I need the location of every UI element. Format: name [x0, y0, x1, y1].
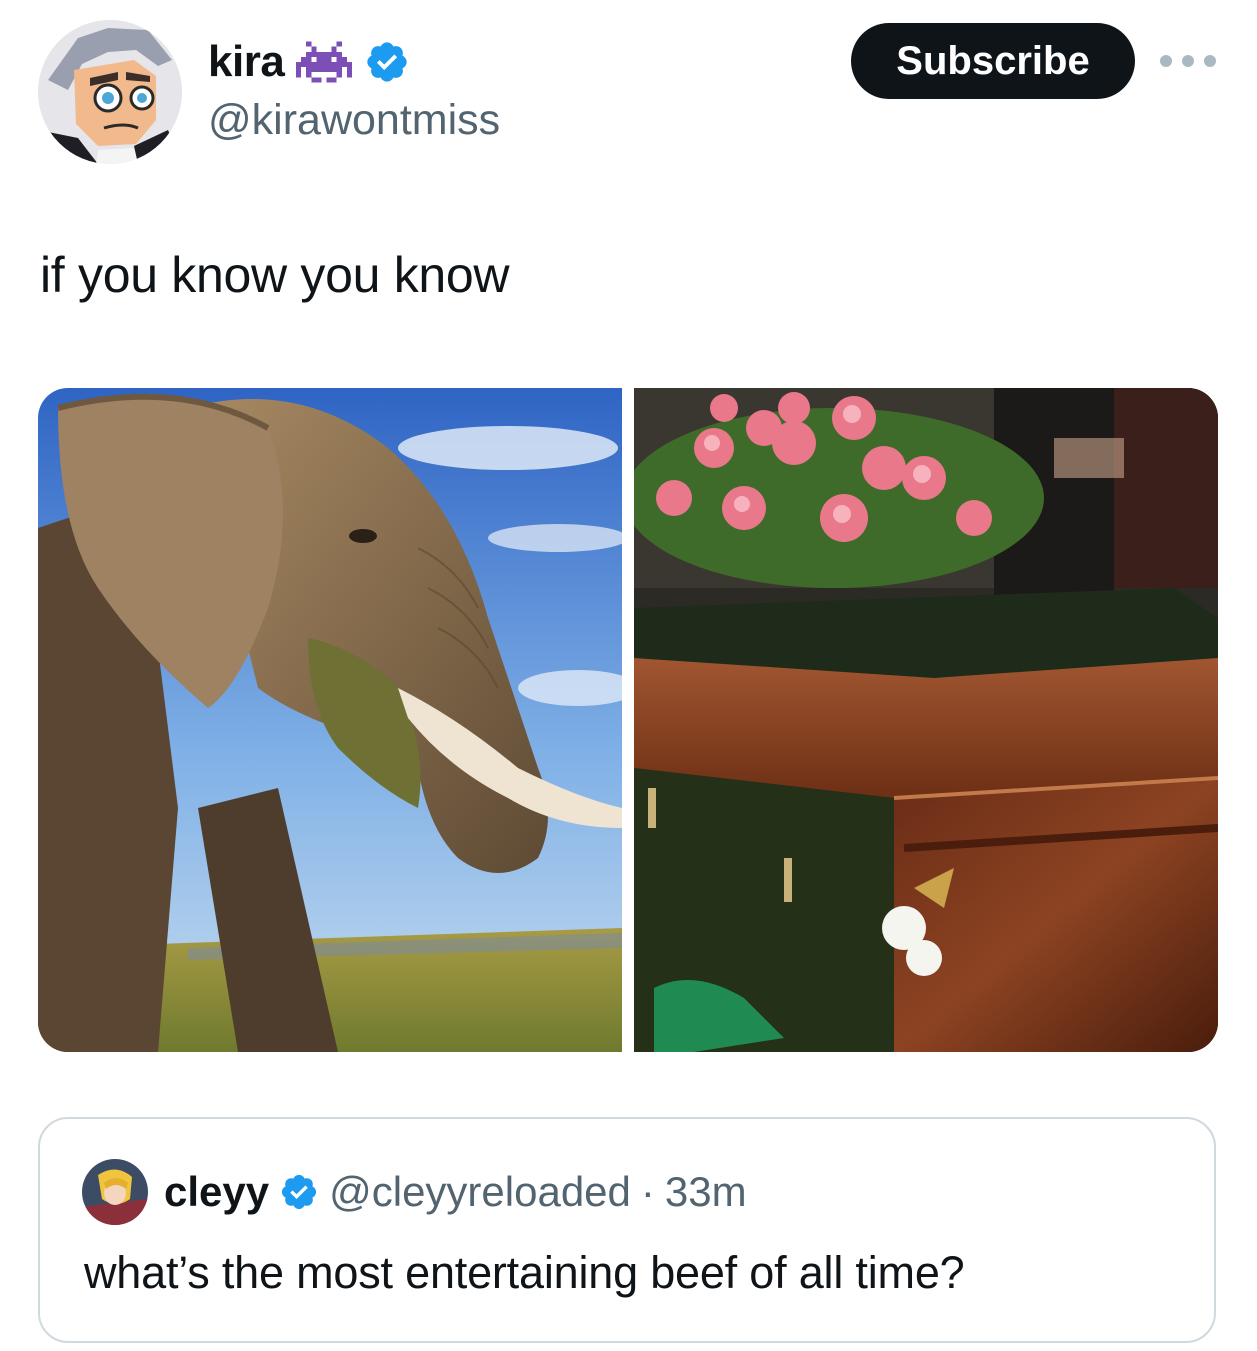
quoted-post-timestamp[interactable]: 33m: [665, 1168, 747, 1216]
post-media-grid: [38, 388, 1218, 1052]
elephant-photo[interactable]: [38, 388, 622, 1052]
more-horizontal-icon[interactable]: [1160, 48, 1216, 74]
quoted-post[interactable]: cleyy @cleyyreloaded · 33m what’s the mo…: [38, 1117, 1216, 1343]
post-text: if you know you know: [40, 247, 510, 303]
dot-separator: ·: [640, 1168, 655, 1215]
verified-badge-icon[interactable]: [364, 39, 410, 85]
verified-badge-icon: [279, 1172, 319, 1212]
quoted-author-avatar[interactable]: [82, 1159, 148, 1225]
casket-with-flowers-photo[interactable]: [634, 388, 1218, 1052]
alien-monster-icon: [296, 39, 353, 85]
quoted-author-display-name[interactable]: cleyy: [164, 1168, 269, 1216]
author-avatar[interactable]: [38, 20, 182, 164]
quoted-post-text: what’s the most entertaining beef of all…: [84, 1247, 965, 1298]
quoted-post-header: cleyy @cleyyreloaded · 33m: [82, 1159, 747, 1225]
author-handle[interactable]: @kirawontmiss: [208, 96, 500, 145]
quoted-author-handle[interactable]: @cleyyreloaded: [329, 1168, 631, 1216]
subscribe-button[interactable]: Subscribe: [851, 23, 1135, 99]
author-name-row: kira: [208, 34, 410, 90]
author-display-name[interactable]: kira: [208, 37, 285, 87]
